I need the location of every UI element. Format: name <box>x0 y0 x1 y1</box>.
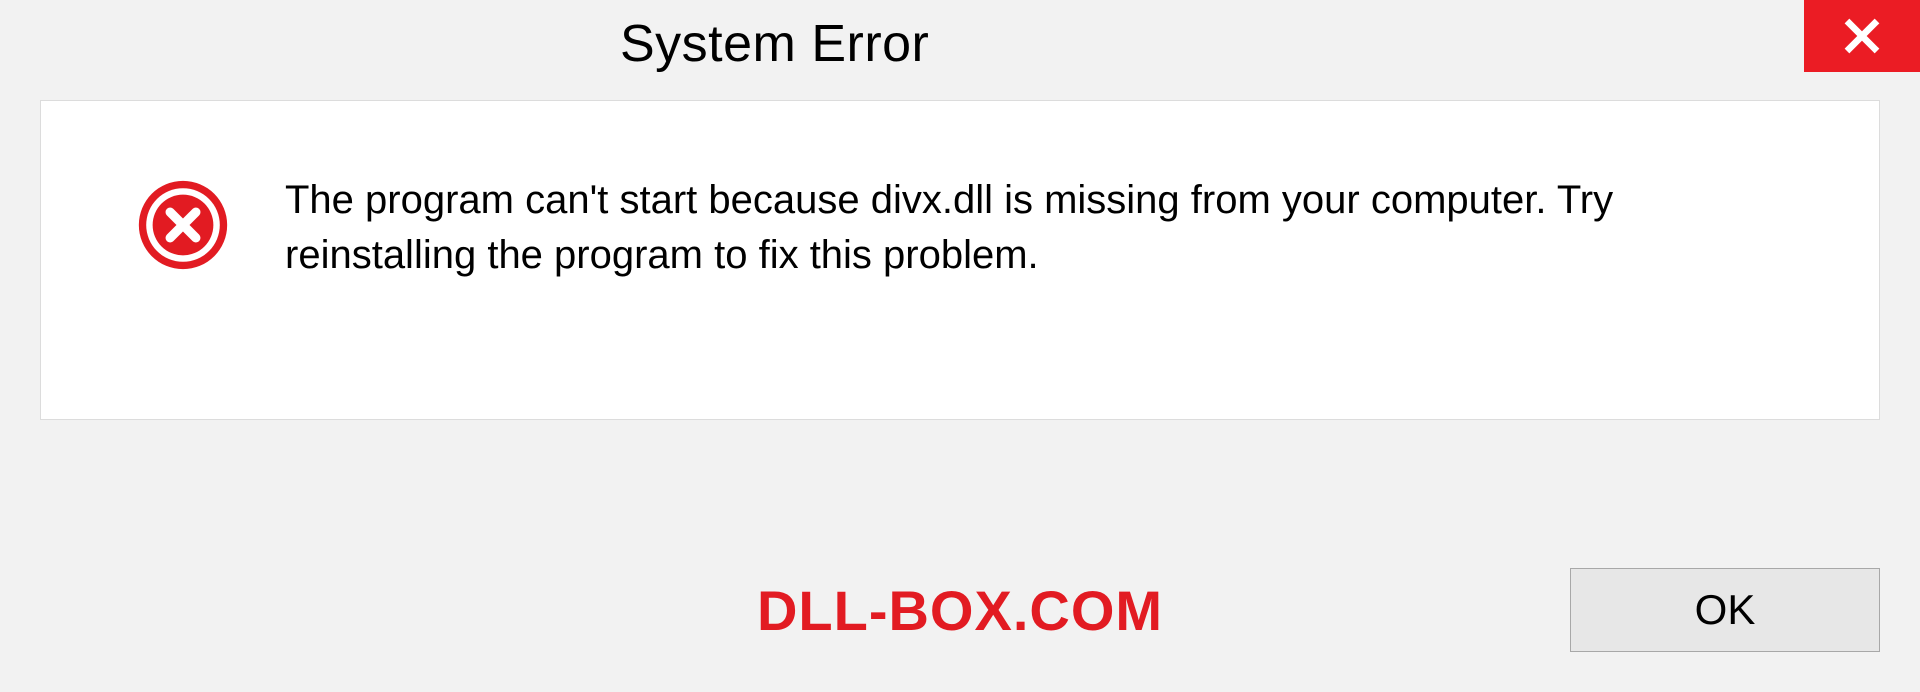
titlebar: System Error <box>0 0 1920 88</box>
close-button[interactable] <box>1804 0 1920 72</box>
window-title: System Error <box>620 14 929 74</box>
error-icon <box>137 179 229 271</box>
close-icon <box>1843 17 1881 55</box>
dialog-footer: DLL-BOX.COM OK <box>40 568 1880 652</box>
dialog-content: The program can't start because divx.dll… <box>40 100 1880 420</box>
watermark-text: DLL-BOX.COM <box>757 578 1163 643</box>
error-message: The program can't start because divx.dll… <box>285 173 1705 283</box>
ok-button[interactable]: OK <box>1570 568 1880 652</box>
